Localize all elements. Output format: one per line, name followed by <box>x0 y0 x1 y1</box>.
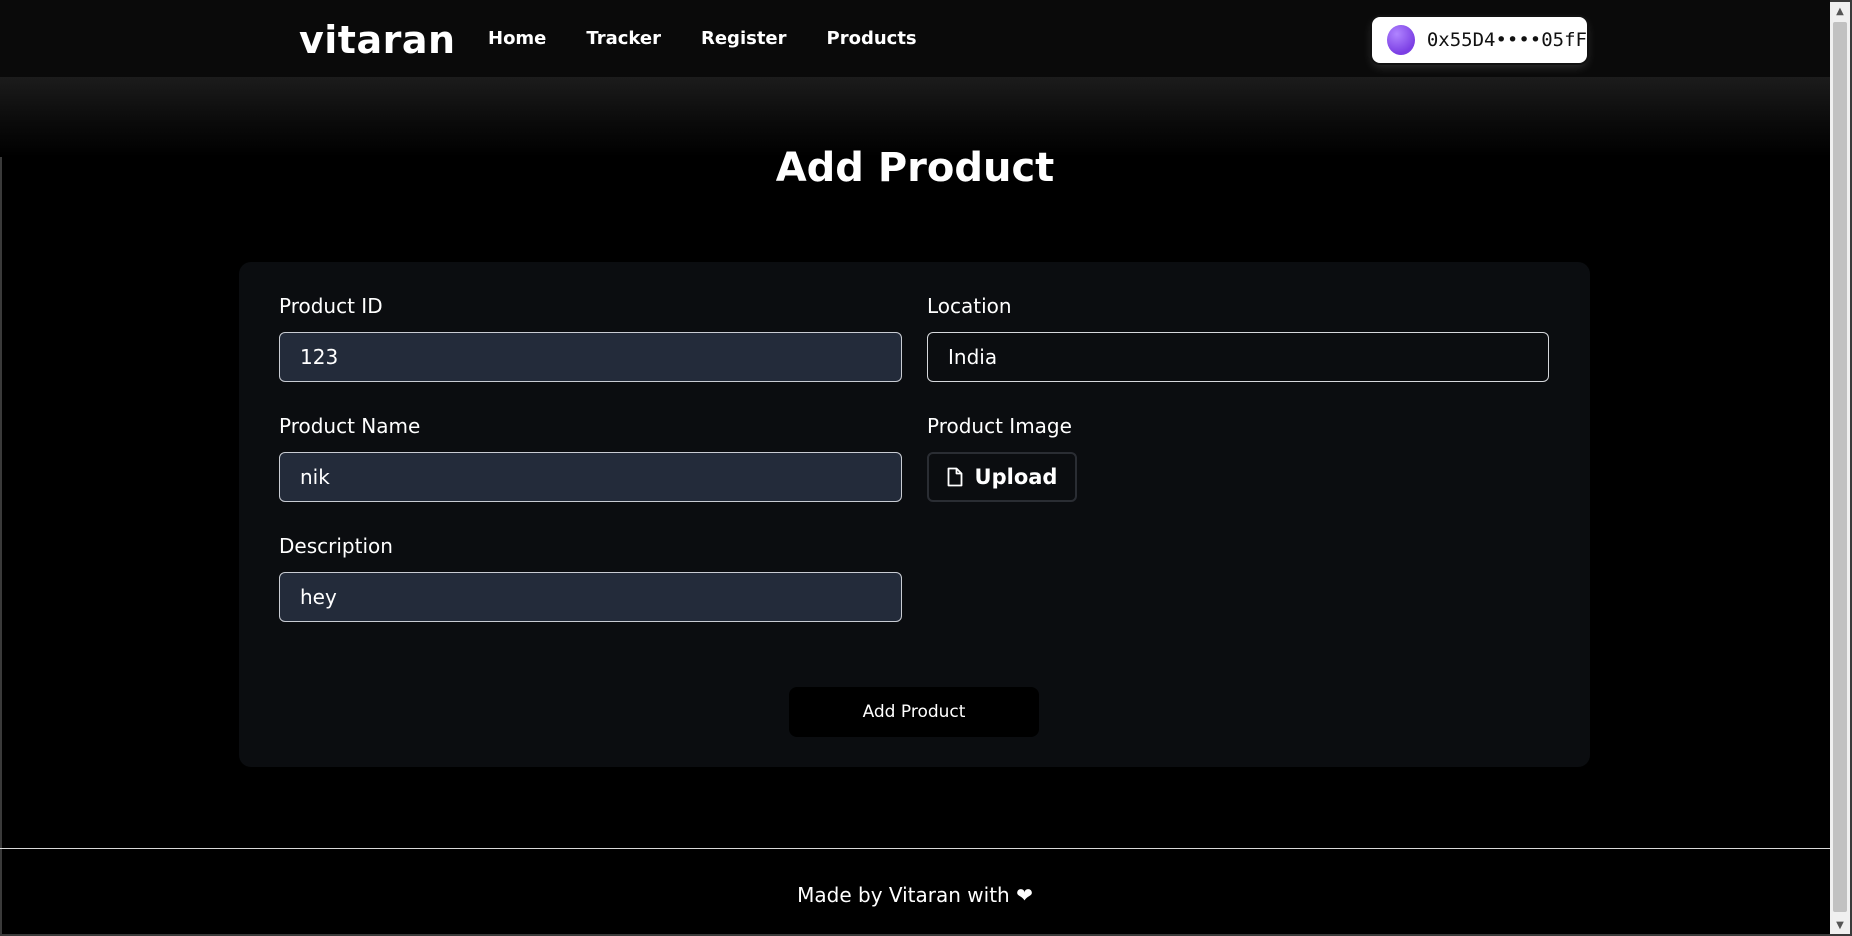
logo[interactable]: vitaran <box>299 18 456 62</box>
product-id-input[interactable] <box>279 332 902 382</box>
vertical-scrollbar[interactable]: ▲ ▼ <box>1830 2 1850 934</box>
scroll-thumb[interactable] <box>1833 22 1847 912</box>
nav-link-tracker[interactable]: Tracker <box>586 28 661 49</box>
footer-divider <box>0 848 1830 849</box>
description-label: Description <box>279 534 393 558</box>
nav-links: Home Tracker Register Products <box>488 28 957 49</box>
product-image-label: Product Image <box>927 414 1072 438</box>
scroll-down-arrow-icon[interactable]: ▼ <box>1830 916 1850 934</box>
product-name-label: Product Name <box>279 414 421 438</box>
product-name-input[interactable] <box>279 452 902 502</box>
wallet-connect-button[interactable]: 0x55D4••••05fF <box>1372 17 1587 63</box>
nav-link-products[interactable]: Products <box>827 28 917 49</box>
upload-label: Upload <box>974 465 1058 489</box>
footer-text: Made by Vitaran with <box>797 883 1010 907</box>
location-input[interactable] <box>927 332 1549 382</box>
location-label: Location <box>927 294 1012 318</box>
page-title: Add Product <box>775 145 1055 191</box>
file-icon <box>947 467 962 487</box>
wallet-avatar <box>1387 25 1415 55</box>
nav-link-register[interactable]: Register <box>701 28 787 49</box>
heart-icon: ❤ <box>1016 883 1033 907</box>
description-input[interactable] <box>279 572 902 622</box>
nav-link-home[interactable]: Home <box>488 28 546 49</box>
product-id-label: Product ID <box>279 294 383 318</box>
add-product-button[interactable]: Add Product <box>789 687 1039 737</box>
scroll-up-arrow-icon[interactable]: ▲ <box>1830 2 1850 20</box>
upload-button[interactable]: Upload <box>927 452 1077 502</box>
wallet-address: 0x55D4••••05fF <box>1426 29 1587 51</box>
navbar: vitaran Home Tracker Register Products 0… <box>0 0 1830 77</box>
footer: Made by Vitaran with ❤ <box>0 883 1830 907</box>
